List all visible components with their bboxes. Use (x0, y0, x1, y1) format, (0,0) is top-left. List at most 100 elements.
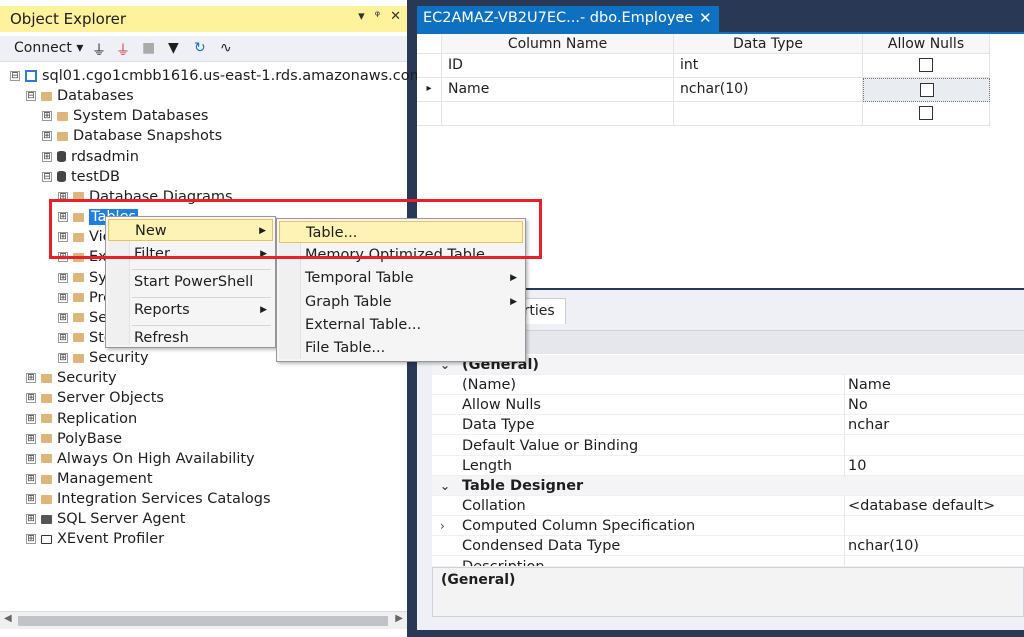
scroll-right-icon[interactable]: ▶ (395, 613, 403, 624)
disconnect-icon[interactable]: ⏚ (116, 40, 130, 60)
context-menu-item[interactable]: Refresh (108, 327, 273, 349)
context-menu-item[interactable]: Start PowerShell (108, 271, 273, 293)
expand-icon[interactable]: ⊞ (58, 332, 68, 343)
pin-icon[interactable]: ᵠ (375, 9, 380, 24)
expand-icon[interactable]: ⊞ (26, 393, 36, 404)
property-row[interactable]: Default Value or Binding (432, 435, 1024, 456)
expand-icon[interactable]: ⊞ (26, 494, 36, 505)
refresh-icon[interactable]: ↻ (194, 40, 206, 56)
property-row[interactable]: Condensed Data Type nchar(10) (432, 536, 1024, 557)
property-category[interactable]: ⌄ Table Designer (432, 475, 1024, 496)
pin-icon[interactable]: ᵠ (679, 11, 684, 25)
filter-icon[interactable]: ▼ (168, 40, 179, 56)
expand-icon[interactable]: ⊞ (26, 413, 36, 424)
property-row[interactable]: Data Type nchar (432, 415, 1024, 436)
tree-node[interactable]: ⊞ rdsadmin (42, 147, 139, 167)
horizontal-scrollbar[interactable]: ◀ ▶ (0, 611, 407, 629)
tree-node[interactable]: ⊞ Pro (58, 288, 112, 308)
expand-icon[interactable]: ⊞ (42, 111, 52, 122)
new-submenu-item[interactable]: Graph Table ▶ (279, 291, 523, 313)
property-value[interactable]: No (848, 395, 868, 415)
tree-node[interactable]: ⊞ Integration Services Catalogs (26, 489, 271, 509)
tree-node[interactable]: ⊟ testDB (42, 167, 120, 187)
context-menu-item[interactable]: Reports ▶ (108, 299, 273, 321)
close-icon[interactable]: ✕ (699, 9, 712, 27)
property-row[interactable]: Description (432, 556, 1024, 566)
column-name-cell[interactable] (442, 102, 674, 126)
property-row[interactable]: Collation <database default> (432, 496, 1024, 517)
property-value[interactable]: nchar(10) (848, 536, 919, 556)
stop-icon[interactable]: ■ (142, 40, 155, 56)
tree-node[interactable]: ⊟ sql01.cgo1cmbb1616.us-east-1.rds.amazon… (10, 66, 455, 86)
expand-icon[interactable]: ⊞ (58, 272, 68, 283)
tree-node[interactable]: ⊞ Management (26, 469, 153, 489)
new-submenu-item[interactable]: External Table... (279, 314, 523, 336)
expand-icon[interactable]: ⊞ (26, 514, 36, 525)
menu-item-label: Reports (134, 302, 190, 318)
expand-icon[interactable]: ⊞ (42, 151, 52, 162)
tree-node[interactable]: ⊞ Replication (26, 409, 137, 429)
tree-node[interactable]: ⊞ XEvent Profiler (26, 529, 164, 549)
expand-icon[interactable]: ⊞ (26, 453, 36, 464)
new-submenu-item[interactable]: Temporal Table ▶ (279, 267, 523, 289)
property-value[interactable]: Name (848, 375, 891, 395)
property-value[interactable]: 10 (848, 456, 866, 476)
activity-monitor-icon[interactable]: ∿ (220, 40, 232, 56)
properties-grid: ⌄ (General) (Name) Name Allow Nulls No Data Ty… (432, 354, 1024, 566)
close-icon[interactable]: ✕ (390, 9, 401, 24)
property-row[interactable]: Allow Nulls No (432, 395, 1024, 416)
collapse-icon[interactable]: ⊟ (42, 171, 52, 182)
expand-icon[interactable]: ⊞ (26, 534, 36, 545)
folder-icon (41, 373, 52, 383)
row-indicator-current[interactable]: ▸ (417, 78, 442, 102)
expand-icon[interactable]: › (440, 516, 445, 536)
dropdown-icon[interactable]: ▾ (358, 9, 365, 24)
tree-node[interactable]: ⊞ Database Snapshots (42, 126, 222, 146)
collapse-icon[interactable]: ⊟ (26, 91, 36, 102)
row-indicator[interactable] (417, 54, 442, 78)
allow-nulls-checkbox[interactable] (919, 106, 933, 120)
property-value[interactable]: nchar (848, 415, 889, 435)
data-type-cell[interactable]: int (674, 54, 863, 78)
collapse-icon[interactable]: ⌄ (440, 476, 450, 496)
expand-icon[interactable]: ⊞ (42, 131, 52, 142)
expand-icon[interactable]: ⊞ (26, 433, 36, 444)
expand-icon[interactable]: ⊞ (58, 292, 68, 303)
expand-icon[interactable]: ⊞ (58, 353, 68, 364)
tree-node-label: Server Objects (57, 390, 164, 407)
scrollbar-thumb[interactable] (18, 616, 388, 626)
annotation-highlight-box (49, 199, 542, 259)
tree-node[interactable]: ⊞ Security (26, 368, 117, 388)
column-name-cell[interactable]: ID (442, 54, 674, 78)
tree-node[interactable]: ⊞ SQL Server Agent (26, 509, 185, 529)
collapse-icon[interactable]: ⊟ (10, 71, 20, 81)
expand-icon[interactable]: ⊞ (58, 312, 68, 323)
menu-separator (132, 297, 271, 298)
property-value[interactable]: <database default> (848, 496, 995, 516)
document-tab-employee[interactable]: EC2AMAZ-VB2U7EC...- dbo.Employee ᵠ ✕ (417, 6, 719, 32)
data-type-cell[interactable]: nchar(10) (674, 78, 863, 102)
connect-button[interactable]: Connect ▾ (14, 40, 83, 56)
tree-node[interactable]: ⊞ Security (58, 348, 149, 368)
data-type-cell[interactable] (674, 102, 863, 126)
expand-icon[interactable]: ⊞ (26, 373, 36, 384)
property-row[interactable]: Length 10 (432, 455, 1024, 476)
column-header-datatype: Data Type (674, 34, 863, 54)
property-row[interactable]: › Computed Column Specification (432, 516, 1024, 537)
allow-nulls-checkbox[interactable] (919, 83, 934, 97)
connect-plug-icon[interactable]: ⏚ (92, 40, 106, 60)
tree-node-label: sql01.cgo1cmbb1616.us-east-1.rds.amazona… (42, 68, 455, 84)
allow-nulls-checkbox[interactable] (919, 58, 933, 72)
tree-node[interactable]: ⊞ Server Objects (26, 388, 164, 408)
scroll-left-icon[interactable]: ◀ (4, 613, 12, 624)
column-name-cell[interactable]: Name (442, 78, 674, 102)
tree-node[interactable]: ⊞ System Databases (42, 106, 208, 126)
row-indicator[interactable] (417, 102, 442, 126)
expand-icon[interactable]: ⊞ (26, 474, 36, 484)
tree-node[interactable]: ⊞ Always On High Availability (26, 449, 255, 469)
menu-item-label: File Table... (305, 340, 386, 356)
property-row[interactable]: (Name) Name (432, 375, 1024, 396)
new-submenu-item[interactable]: File Table... (279, 337, 523, 359)
tree-node[interactable]: ⊞ PolyBase (26, 429, 122, 449)
tree-node[interactable]: ⊟ Databases (26, 86, 134, 106)
